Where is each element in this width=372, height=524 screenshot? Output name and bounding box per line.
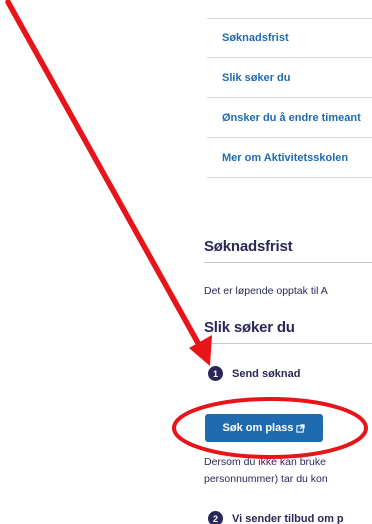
annotation-arrow-line: [5, 0, 206, 355]
step-send-soknad: 1 Send søknad: [208, 366, 300, 381]
nav-link-label[interactable]: Ønsker du å endre timeant: [222, 112, 361, 124]
nav-item-soknadsfrist[interactable]: Søknadsfrist: [207, 18, 372, 58]
nav-link-label[interactable]: Mer om Aktivitetsskolen: [222, 152, 348, 164]
section-divider: [204, 262, 372, 263]
apply-info-line-1: Dersom du ikke kan bruke: [204, 456, 326, 468]
page-section-nav: Søknadsfrist Slik søker du Ønsker du å e…: [207, 18, 372, 178]
nav-link-label[interactable]: Søknadsfrist: [222, 32, 289, 44]
deadline-heading: Søknadsfrist: [204, 238, 293, 255]
step-number-badge: 2: [208, 511, 223, 524]
nav-item-slik-soker-du[interactable]: Slik søker du: [207, 58, 372, 98]
apply-button-label: Søk om plass: [222, 422, 294, 434]
deadline-text: Det er løpende opptak til A: [204, 285, 328, 297]
nav-item-mer-om-aktivitetsskolen[interactable]: Mer om Aktivitetsskolen: [207, 138, 372, 178]
nav-item-endre-timeantall[interactable]: Ønsker du å endre timeant: [207, 98, 372, 138]
external-link-icon: [296, 423, 306, 433]
apply-heading: Slik søker du: [204, 319, 295, 336]
step-number-badge: 1: [208, 366, 223, 381]
annotation-arrow-head: [189, 335, 212, 366]
step-label: Send søknad: [232, 367, 301, 380]
apply-info-line-2: personnummer) tar du kon: [204, 473, 328, 485]
section-divider: [204, 343, 372, 344]
apply-for-place-button[interactable]: Søk om plass: [205, 414, 323, 442]
nav-link-label[interactable]: Slik søker du: [222, 72, 290, 84]
step-tilbud: 2 Vi sender tilbud om p: [208, 511, 344, 524]
step-label: Vi sender tilbud om p: [232, 512, 344, 524]
